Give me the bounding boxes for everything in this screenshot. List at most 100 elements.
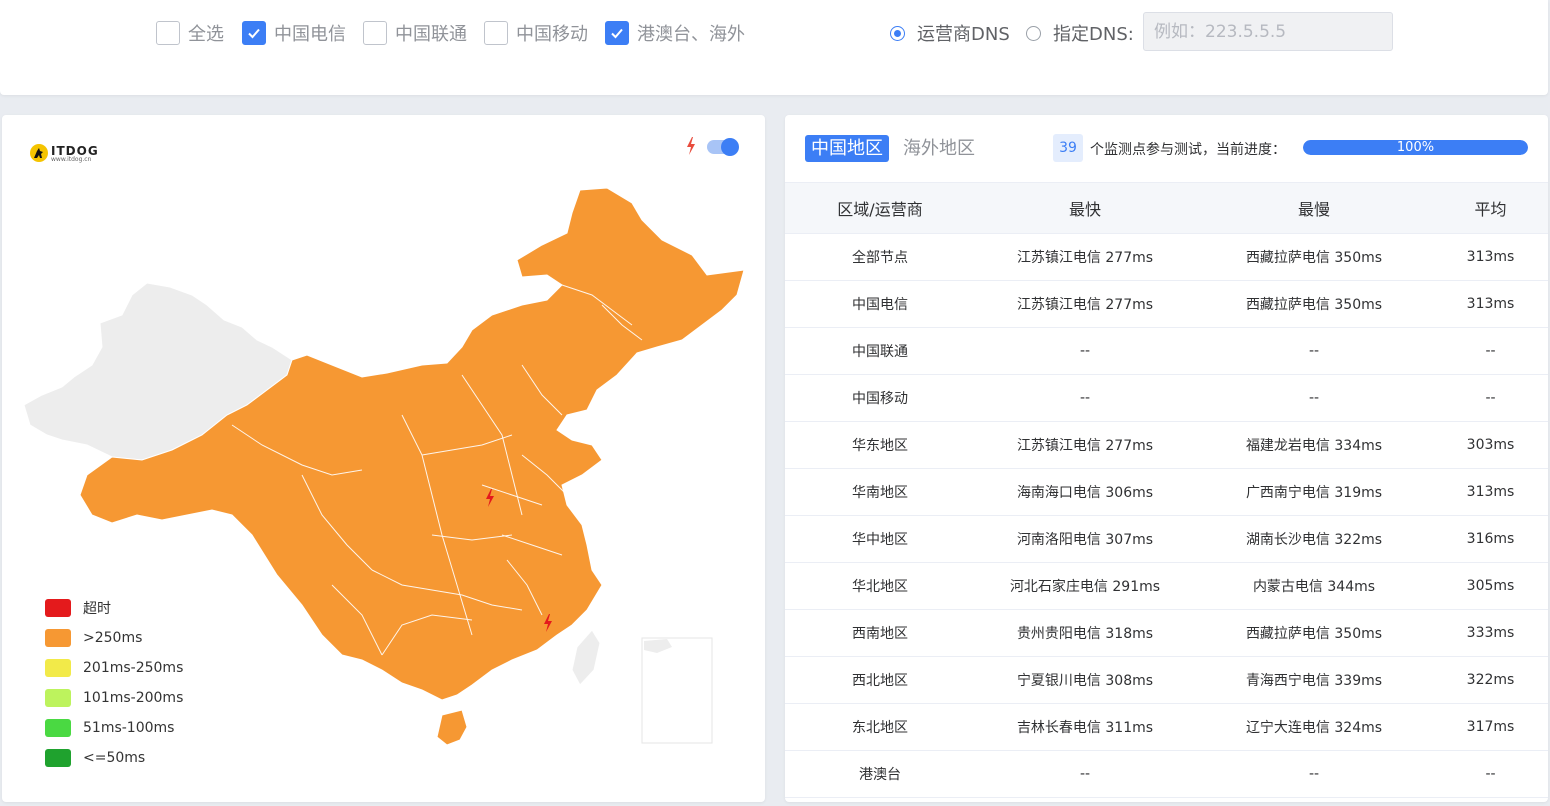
cell-fastest: 宁夏银川电信 308ms [1016,673,1154,689]
cell-region: 全部节点 [852,250,908,266]
cell-average: 313ms [1466,249,1515,265]
cell-slowest: 内蒙古电信 344ms [1252,579,1376,595]
legend-item: 51ms-100ms [45,713,183,743]
cell-average: 303ms [1466,437,1515,453]
south-china-sea-inset [641,637,713,744]
legend-item: 201ms-250ms [45,653,183,683]
progress-percent: 100% [1396,140,1435,155]
tab-china-region[interactable]: 中国地区 [805,135,889,162]
checkbox-box[interactable] [484,21,508,45]
cell-slowest: -- [1308,390,1320,406]
legend-label: <=50ms [83,750,146,766]
column-header-average[interactable]: 平均 [1433,196,1548,220]
cell-region: 华南地区 [852,485,908,501]
map-region-taiwan[interactable] [571,629,601,686]
result-panel: 中国地区 海外地区 39 个监测点参与测试，当前进度： 100% 区域/运营商 … [785,115,1548,802]
cell-region: 西南地区 [852,626,908,642]
table-header: 区域/运营商 最快 最慢 平均 [785,182,1548,234]
cell-region: 中国联通 [852,344,908,360]
legend-swatch [45,689,71,707]
filter-panel: 全选 中国电信 中国联通 中国移动 港澳台、海外 运营商DNS 指定DNS: [0,0,1548,95]
cell-fastest: 江苏镇江电信 277ms [1016,250,1154,266]
cell-average: 322ms [1466,672,1515,688]
cell-region: 华东地区 [852,438,908,454]
checkbox-label: 港澳台、海外 [637,24,745,45]
cell-slowest: 青海西宁电信 339ms [1245,673,1383,689]
check-icon [611,28,623,39]
cell-slowest: -- [1308,343,1320,359]
checkbox-select-all[interactable]: 全选 [156,20,224,46]
cell-slowest: 西藏拉萨电信 350ms [1245,626,1383,642]
cell-region: 华北地区 [852,579,908,595]
cell-fastest: -- [1079,343,1091,359]
checkbox-box[interactable] [363,21,387,45]
legend-label: 101ms-200ms [83,690,184,706]
table-row: 中国联通 -- -- -- [785,328,1548,375]
legend-label: >250ms [83,630,143,646]
checkbox-china-mobile[interactable]: 中国移动 [484,20,588,46]
checkbox-hk-macao-taiwan-overseas[interactable]: 港澳台、海外 [605,20,745,46]
cell-fastest: 江苏镇江电信 277ms [1016,438,1154,454]
cell-slowest: 福建龙岩电信 334ms [1245,438,1383,454]
cell-slowest: 辽宁大连电信 324ms [1245,720,1383,736]
results-table: 区域/运营商 最快 最慢 平均 全部节点 江苏镇江电信 277ms 西藏拉萨电信 3… [785,182,1548,798]
checkbox-box[interactable] [242,21,266,45]
map-legend: 超时 >250ms 201ms-250ms 101ms-200ms 51ms-1… [45,593,183,773]
tab-overseas-region[interactable]: 海外地区 [897,135,981,162]
cell-region: 中国电信 [852,297,908,313]
table-row: 东北地区 吉林长春电信 311ms 辽宁大连电信 324ms 317ms [785,704,1548,751]
legend-swatch [45,659,71,677]
legend-item: <=50ms [45,743,183,773]
table-row: 港澳台 -- -- -- [785,751,1548,798]
cell-slowest: 西藏拉萨电信 350ms [1245,250,1383,266]
cell-fastest: 吉林长春电信 311ms [1016,720,1154,736]
table-row: 华南地区 海南海口电信 306ms 广西南宁电信 319ms 313ms [785,469,1548,516]
node-count-badge: 39 [1053,134,1083,162]
table-row: 西北地区 宁夏银川电信 308ms 青海西宁电信 339ms 322ms [785,657,1548,704]
cell-region: 中国移动 [852,391,908,407]
checkbox-box[interactable] [605,21,629,45]
table-row: 西南地区 贵州贵阳电信 318ms 西藏拉萨电信 350ms 333ms [785,610,1548,657]
radio-dot[interactable] [890,25,905,41]
cell-slowest: -- [1308,766,1320,782]
custom-dns-input[interactable] [1143,12,1393,51]
legend-swatch [45,599,71,617]
legend-item: 101ms-200ms [45,683,183,713]
checkbox-label: 中国电信 [274,24,346,45]
table-row: 华北地区 河北石家庄电信 291ms 内蒙古电信 344ms 305ms [785,563,1548,610]
radio-carrier-dns[interactable]: 运营商DNS [890,20,1010,46]
cell-fastest: -- [1079,390,1091,406]
table-row: 中国电信 江苏镇江电信 277ms 西藏拉萨电信 350ms 313ms [785,281,1548,328]
cell-slowest: 西藏拉萨电信 350ms [1245,297,1383,313]
cell-region: 华中地区 [852,532,908,548]
cell-average: 305ms [1466,578,1515,594]
cell-average: 313ms [1466,484,1515,500]
cell-fastest: 江苏镇江电信 277ms [1016,297,1154,313]
cell-fastest: 贵州贵阳电信 318ms [1016,626,1154,642]
checkbox-box[interactable] [156,21,180,45]
legend-item: >250ms [45,623,183,653]
column-header-region[interactable]: 区域/运营商 [785,196,975,220]
progress-bar: 100% [1303,140,1528,155]
column-header-fastest[interactable]: 最快 [975,196,1195,220]
progress-fill: 100% [1303,140,1528,155]
legend-swatch [45,629,71,647]
radio-dot[interactable] [1026,25,1041,41]
cell-average: 313ms [1466,296,1515,312]
column-header-slowest[interactable]: 最慢 [1195,196,1433,220]
cell-region: 港澳台 [859,767,901,783]
cell-slowest: 广西南宁电信 319ms [1245,485,1383,501]
checkbox-china-telecom[interactable]: 中国电信 [242,20,346,46]
cell-fastest: 河南洛阳电信 307ms [1016,532,1154,548]
table-row: 全部节点 江苏镇江电信 277ms 西藏拉萨电信 350ms 313ms [785,234,1548,281]
cell-slowest: 湖南长沙电信 322ms [1245,532,1383,548]
checkbox-china-unicom[interactable]: 中国联通 [363,20,467,46]
cell-fastest: -- [1079,766,1091,782]
radio-custom-dns[interactable]: 指定DNS: [1026,20,1134,46]
cell-average: 333ms [1466,625,1515,641]
progress-label: 个监测点参与测试，当前进度： [1090,142,1286,158]
map-panel: ITDOG www.itdog.cn 超时 >250ms 201ms-250ms… [2,115,765,802]
map-region-hainan[interactable] [436,709,468,746]
checkbox-label: 中国联通 [395,24,467,45]
checkbox-label: 中国移动 [516,24,588,45]
